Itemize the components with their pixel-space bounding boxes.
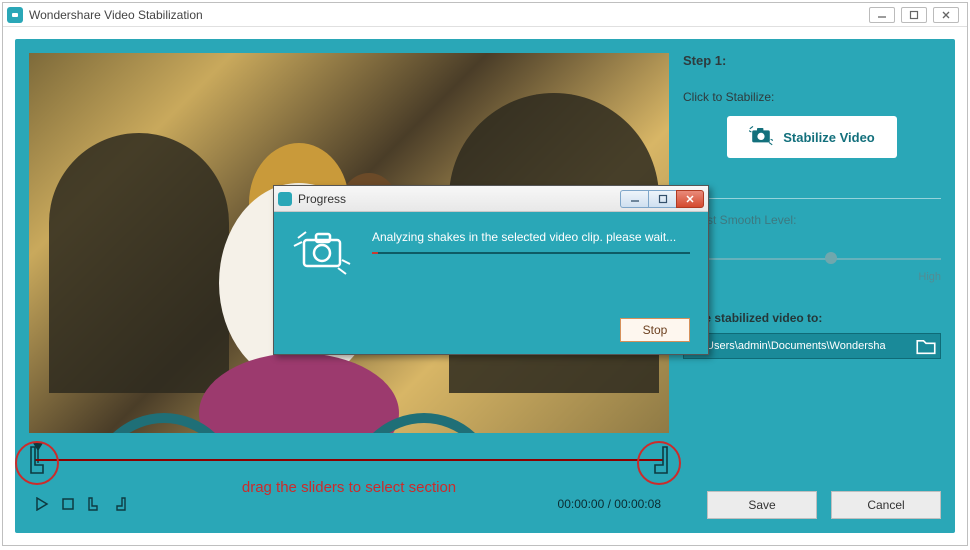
save-path-field[interactable]: C:\Users\admin\Documents\Wondersha [683, 333, 941, 359]
save-to-label: Save stabilized video to: [683, 311, 941, 325]
titlebar: Wondershare Video Stabilization [3, 3, 967, 27]
bottom-buttons: Save Cancel [707, 491, 941, 519]
progress-dialog: Progress [273, 185, 709, 355]
play-button[interactable] [35, 497, 49, 511]
camera-shake-icon [292, 228, 352, 278]
save-button[interactable]: Save [707, 491, 817, 519]
slider-thumb[interactable] [825, 252, 837, 264]
timeline-annotation: drag the sliders to select section [29, 479, 669, 496]
transport-controls [35, 497, 127, 511]
dialog-titlebar: Progress [274, 186, 708, 212]
close-button[interactable] [933, 7, 959, 23]
progress-fill [372, 252, 378, 254]
mark-in-button[interactable] [87, 497, 101, 511]
stabilize-button[interactable]: Stabilize Video [727, 116, 897, 158]
dialog-message: Analyzing shakes in the selected video c… [372, 228, 690, 246]
minimize-button[interactable] [869, 7, 895, 23]
timecode-display: 00:00:00 / 00:00:08 [558, 497, 661, 511]
stop-playback-button[interactable] [61, 497, 75, 511]
mark-out-button[interactable] [113, 497, 127, 511]
click-to-stabilize-label: Click to Stabilize: [683, 90, 941, 104]
progress-bar [372, 252, 690, 254]
smooth-level-label: Adjust Smooth Level: [683, 213, 941, 227]
stop-button[interactable]: Stop [620, 318, 690, 342]
separator [683, 198, 941, 199]
timeline: drag the sliders to select section 00:00… [29, 439, 669, 499]
browse-folder-button[interactable] [916, 337, 936, 355]
dialog-app-icon [278, 192, 292, 206]
dialog-minimize-button[interactable] [620, 190, 648, 208]
step-label: Step 1: [683, 53, 941, 68]
save-block: Save stabilized video to: C:\Users\admin… [683, 311, 941, 359]
window-controls [869, 7, 959, 23]
dialog-title: Progress [298, 192, 620, 206]
dialog-close-button[interactable] [676, 190, 704, 208]
dialog-maximize-button[interactable] [648, 190, 676, 208]
smooth-block: Adjust Smooth Level: Low High [683, 213, 941, 283]
timeline-track[interactable] [35, 459, 663, 461]
sidebar: Step 1: Click to Stabilize: Stabilize Vi… [683, 53, 941, 359]
camera-icon [749, 126, 773, 149]
in-point-handle[interactable] [31, 447, 43, 473]
slider-high-label: High [918, 271, 941, 283]
cancel-button[interactable]: Cancel [831, 491, 941, 519]
maximize-button[interactable] [901, 7, 927, 23]
window-title: Wondershare Video Stabilization [29, 8, 869, 22]
total-time: 00:00:08 [614, 497, 661, 511]
dialog-body: Analyzing shakes in the selected video c… [274, 212, 708, 354]
app-icon [7, 7, 23, 23]
main-window: Wondershare Video Stabilization [2, 2, 968, 546]
stabilize-button-label: Stabilize Video [783, 130, 875, 145]
smooth-slider[interactable] [683, 249, 941, 269]
current-time: 00:00:00 [558, 497, 605, 511]
out-point-handle[interactable] [655, 447, 667, 473]
save-path-text: C:\Users\admin\Documents\Wondersha [692, 340, 916, 352]
